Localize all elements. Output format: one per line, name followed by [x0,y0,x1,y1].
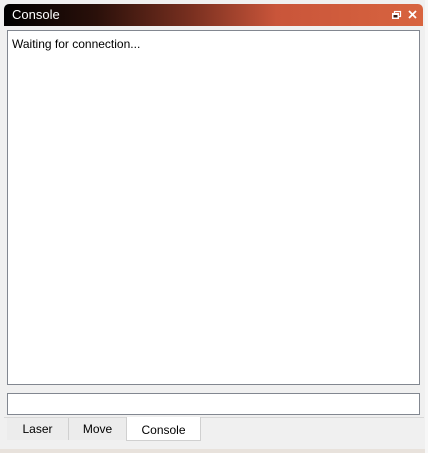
console-output-text: Waiting for connection... [12,37,141,51]
console-command-input[interactable] [7,393,420,415]
window-bottom-edge [0,449,428,453]
console-output-area[interactable]: Waiting for connection... [7,30,420,385]
tab-laser[interactable]: Laser [7,418,69,440]
float-window-icon[interactable] [391,8,403,22]
dock-title: Console [12,7,60,22]
tab-console[interactable]: Console [126,417,201,441]
tab-move[interactable]: Move [69,418,127,440]
dock-title-bar[interactable]: Console [4,4,423,26]
close-icon[interactable] [407,8,419,22]
console-dock-panel: Console Waiting for connection... Laser … [0,0,428,453]
dock-tab-bar: Laser Move Console [4,417,424,441]
